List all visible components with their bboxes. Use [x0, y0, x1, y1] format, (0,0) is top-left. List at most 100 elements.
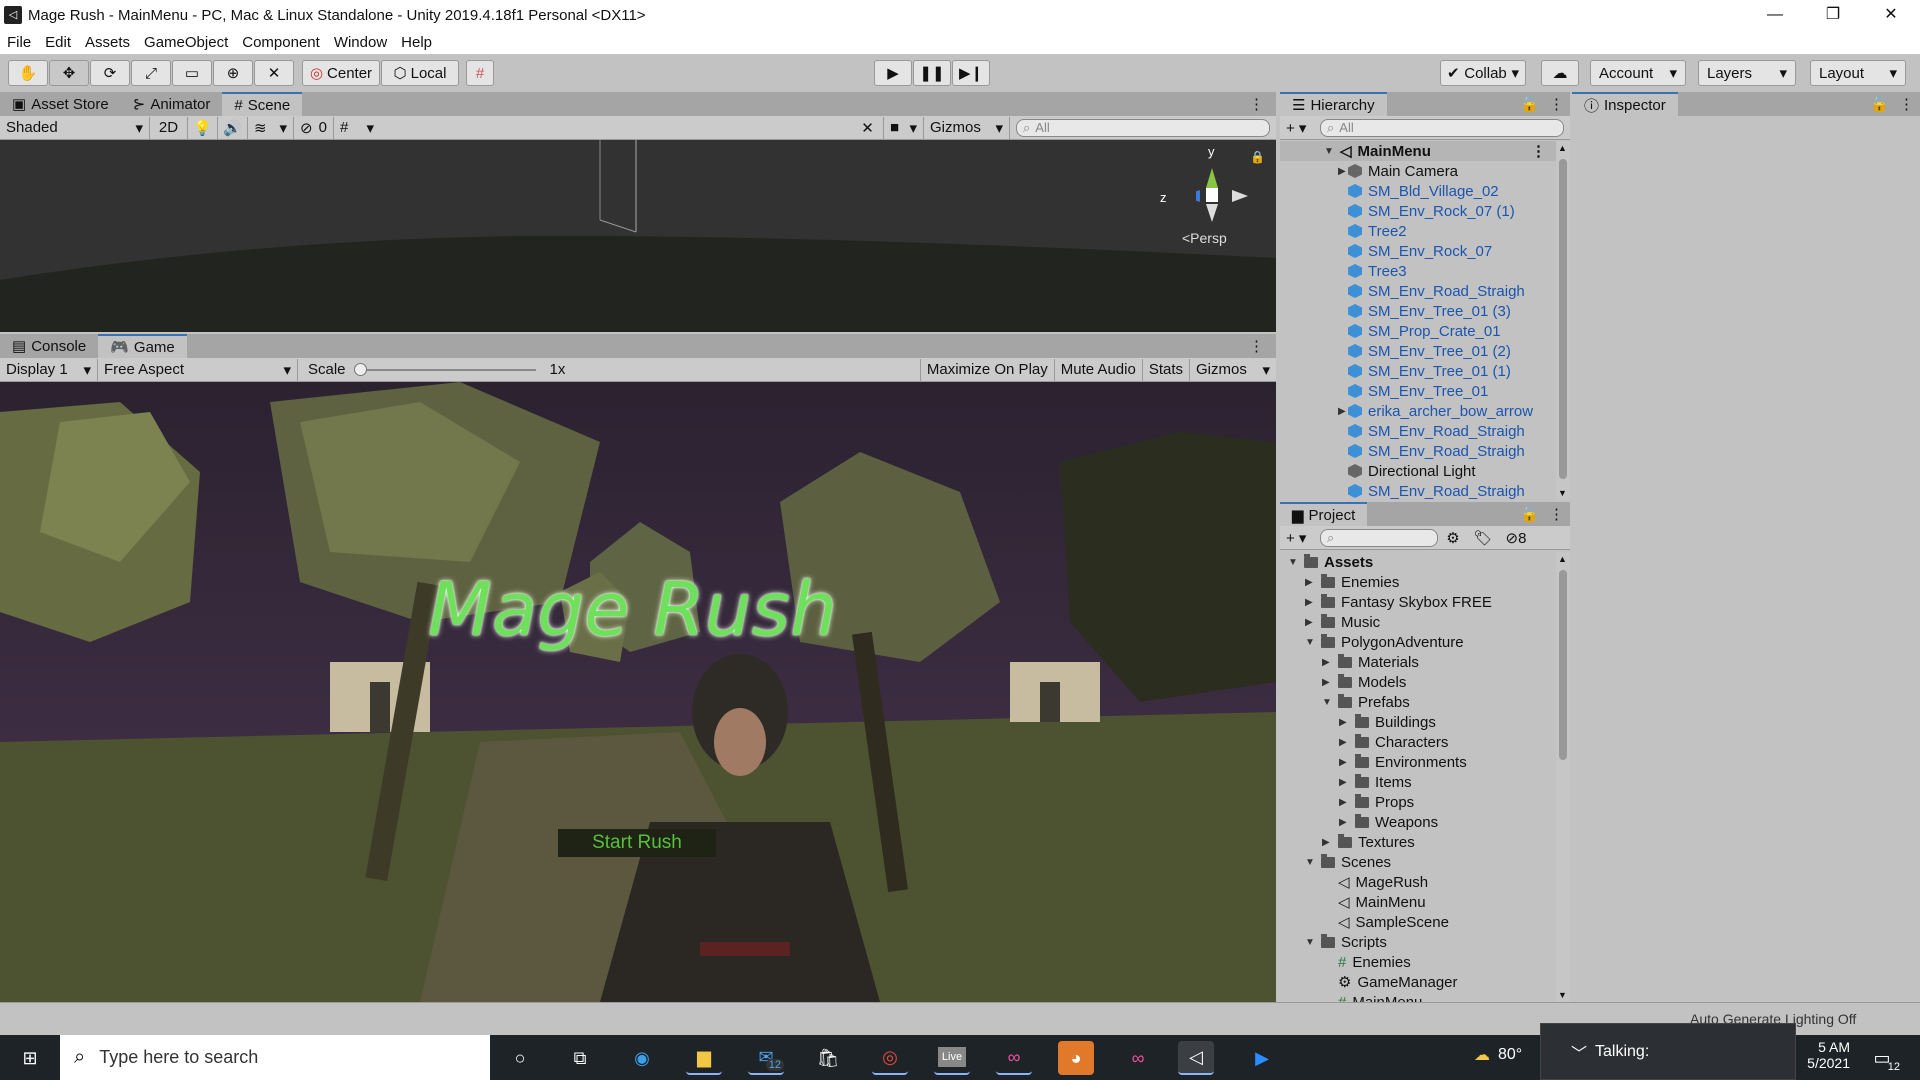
tab-hierarchy[interactable]: ☰ Hierarchy — [1280, 92, 1387, 116]
live-app-icon[interactable]: Live — [934, 1041, 970, 1075]
pause-button[interactable]: ❚❚ — [913, 60, 951, 86]
rect-tool-icon[interactable]: ▭ — [172, 60, 212, 86]
tab-inspector[interactable]: ⓘ Inspector — [1572, 92, 1678, 116]
filter-type-icon[interactable]: ⚙ — [1438, 529, 1468, 547]
unity-taskbar-icon[interactable]: ◁ — [1178, 1041, 1214, 1075]
project-tree-item[interactable]: ▶ Music — [1305, 612, 1380, 632]
game-viewport[interactable]: Mage Rush Start Rush — [0, 382, 1276, 1002]
hierarchy-item[interactable]: SM_Env_Tree_01 (1)› — [1280, 361, 1556, 381]
collapse-arrow-icon[interactable]: ▶ — [1322, 677, 1332, 688]
tab-game[interactable]: 🎮 Game — [98, 334, 187, 358]
hierarchy-item[interactable]: SM_Env_Tree_01 (3)› — [1280, 301, 1556, 321]
menu-window[interactable]: Window — [327, 34, 394, 51]
move-tool-icon[interactable]: ✥ — [49, 60, 89, 86]
scale-tool-icon[interactable]: ⤢ — [131, 60, 171, 86]
gizmos-dropdown[interactable]: Gizmos ▾ — [924, 116, 1010, 139]
hierarchy-item[interactable]: SM_Prop_Crate_01› — [1280, 321, 1556, 341]
scroll-thumb[interactable] — [1559, 159, 1567, 479]
rotate-tool-icon[interactable]: ⟳ — [90, 60, 130, 86]
scene-viewport[interactable]: y z <Persp 🔒 — [0, 140, 1276, 332]
game-gizmos-dropdown[interactable]: Gizmos ▾ — [1190, 359, 1276, 381]
hidden-objects-toggle[interactable]: ⊘ 0 — [294, 116, 334, 139]
collapse-arrow-icon[interactable]: ▶ — [1305, 597, 1315, 608]
scene-search-input[interactable]: ⌕ All — [1016, 118, 1270, 137]
more-menu-icon[interactable]: ⋮ — [1237, 334, 1276, 358]
edge-icon[interactable]: ◉ — [624, 1041, 660, 1075]
tab-scene[interactable]: # Scene — [222, 92, 303, 116]
pivot-local-button[interactable]: ⬡ Local — [381, 60, 459, 86]
lock-icon[interactable]: 🔓 — [1516, 92, 1543, 116]
pivot-center-button[interactable]: ◎ Center — [302, 60, 380, 86]
hierarchy-item[interactable]: Tree3› — [1280, 261, 1556, 281]
tools-icon[interactable]: ✕ — [852, 116, 884, 139]
play-button[interactable]: ▶ — [874, 60, 912, 86]
cloud-icon[interactable]: ☁ — [1541, 60, 1579, 86]
project-tree-item[interactable]: ▶ Fantasy Skybox FREE — [1305, 592, 1492, 612]
step-button[interactable]: ▶❙ — [952, 60, 990, 86]
grid-dropdown[interactable]: # ▾ — [334, 117, 380, 139]
project-tree-item[interactable]: ◁ MainMenu — [1322, 892, 1426, 912]
hierarchy-item[interactable]: SM_Env_Road_Straigh› — [1280, 421, 1556, 441]
camera-dropdown[interactable]: ■ ▾ — [884, 116, 924, 139]
mode-2d-toggle[interactable]: 2D — [150, 116, 188, 139]
menu-help[interactable]: Help — [394, 34, 439, 51]
more-menu-icon[interactable]: ⋮ — [1237, 92, 1276, 116]
collab-dropdown[interactable]: ✔ Collab ▾ — [1440, 60, 1526, 86]
project-scrollbar[interactable]: ▲ ▼ — [1556, 552, 1570, 1002]
maximize-button[interactable]: ❐ — [1804, 0, 1862, 30]
project-tree-item[interactable]: ▼ Prefabs — [1322, 692, 1410, 712]
task-view-icon[interactable]: ⧉ — [562, 1041, 598, 1075]
close-button[interactable]: ✕ — [1862, 0, 1920, 30]
hand-tool-icon[interactable]: ✋ — [8, 60, 48, 86]
maximize-on-play-toggle[interactable]: Maximize On Play — [919, 358, 1055, 381]
project-tree-item[interactable]: ▶ Enemies — [1305, 572, 1399, 592]
mute-audio-toggle[interactable]: Mute Audio — [1055, 358, 1143, 381]
clock[interactable]: 5 AM 5/2021 — [1800, 1039, 1850, 1071]
windows-start-icon[interactable]: ⊞ — [12, 1041, 48, 1075]
audio-icon[interactable]: 🔊 — [218, 116, 248, 139]
file-explorer-icon[interactable]: ▆ — [686, 1041, 722, 1075]
hierarchy-scrollbar[interactable]: ▲ ▼ — [1556, 141, 1570, 500]
hierarchy-item[interactable]: SM_Env_Road_Straigh› — [1280, 481, 1556, 500]
collapse-arrow-icon[interactable]: ▶ — [1339, 757, 1349, 768]
more-menu-icon[interactable]: ⋮ — [1893, 92, 1920, 116]
aspect-dropdown[interactable]: Free Aspect ▾ — [98, 358, 298, 381]
hierarchy-item[interactable]: SM_Bld_Village_02› — [1280, 181, 1556, 201]
menu-file[interactable]: File — [0, 34, 38, 51]
hierarchy-item[interactable]: Directional Light — [1280, 461, 1556, 481]
expand-arrow-icon[interactable]: ▼ — [1305, 637, 1315, 648]
hierarchy-item[interactable]: SM_Env_Road_Straigh› — [1280, 441, 1556, 461]
create-dropdown[interactable]: + ▾ — [1280, 529, 1320, 547]
collapse-arrow-icon[interactable]: ▶ — [1322, 837, 1332, 848]
scroll-up-icon[interactable]: ▲ — [1558, 554, 1567, 564]
menu-component[interactable]: Component — [235, 34, 327, 51]
layout-dropdown[interactable]: Layout ▾ — [1810, 60, 1906, 86]
expand-arrow-icon[interactable]: ▼ — [1288, 557, 1298, 568]
zoom-icon[interactable]: ▶ — [1244, 1041, 1280, 1075]
menu-edit[interactable]: Edit — [38, 34, 78, 51]
chrome-icon[interactable]: ◎ — [872, 1041, 908, 1075]
hierarchy-item[interactable]: SM_Env_Rock_07› — [1280, 241, 1556, 261]
menu-assets[interactable]: Assets — [78, 34, 137, 51]
store-icon[interactable]: 🛍 — [810, 1041, 846, 1075]
project-tree-item[interactable]: # MainMenu — [1322, 992, 1422, 1003]
notification-icon[interactable]: ▭ 12 — [1864, 1041, 1900, 1075]
scroll-down-icon[interactable]: ▼ — [1558, 990, 1567, 1000]
project-tree-item[interactable]: ◁ MageRush — [1322, 872, 1428, 892]
hierarchy-item[interactable]: SM_Env_Road_Straigh› — [1280, 281, 1556, 301]
project-tree-item[interactable]: ▶ Materials — [1322, 652, 1419, 672]
project-search-input[interactable]: ⌕ — [1320, 528, 1438, 547]
collapse-arrow-icon[interactable]: ▶ — [1339, 797, 1349, 808]
expand-arrow-icon[interactable]: ▼ — [1322, 697, 1332, 708]
project-tree-item[interactable]: ▶ Environments — [1339, 752, 1467, 772]
expand-arrow-icon[interactable]: ▼ — [1305, 857, 1315, 868]
project-tree-item[interactable]: ▼ Scripts — [1305, 932, 1387, 952]
project-tree-item[interactable]: ▶ Items — [1339, 772, 1412, 792]
expand-arrow-icon[interactable]: ▶ — [1338, 406, 1348, 417]
filter-label-icon[interactable]: 🏷 — [1468, 529, 1498, 547]
collapse-arrow-icon[interactable]: ▶ — [1305, 617, 1315, 628]
collapse-arrow-icon[interactable]: ▶ — [1339, 817, 1349, 828]
effects-dropdown[interactable]: ≋ ▾ — [248, 116, 294, 139]
project-tree-item[interactable]: ▶ Props — [1339, 792, 1414, 812]
project-tree-item[interactable]: ▼ PolygonAdventure — [1305, 632, 1464, 652]
